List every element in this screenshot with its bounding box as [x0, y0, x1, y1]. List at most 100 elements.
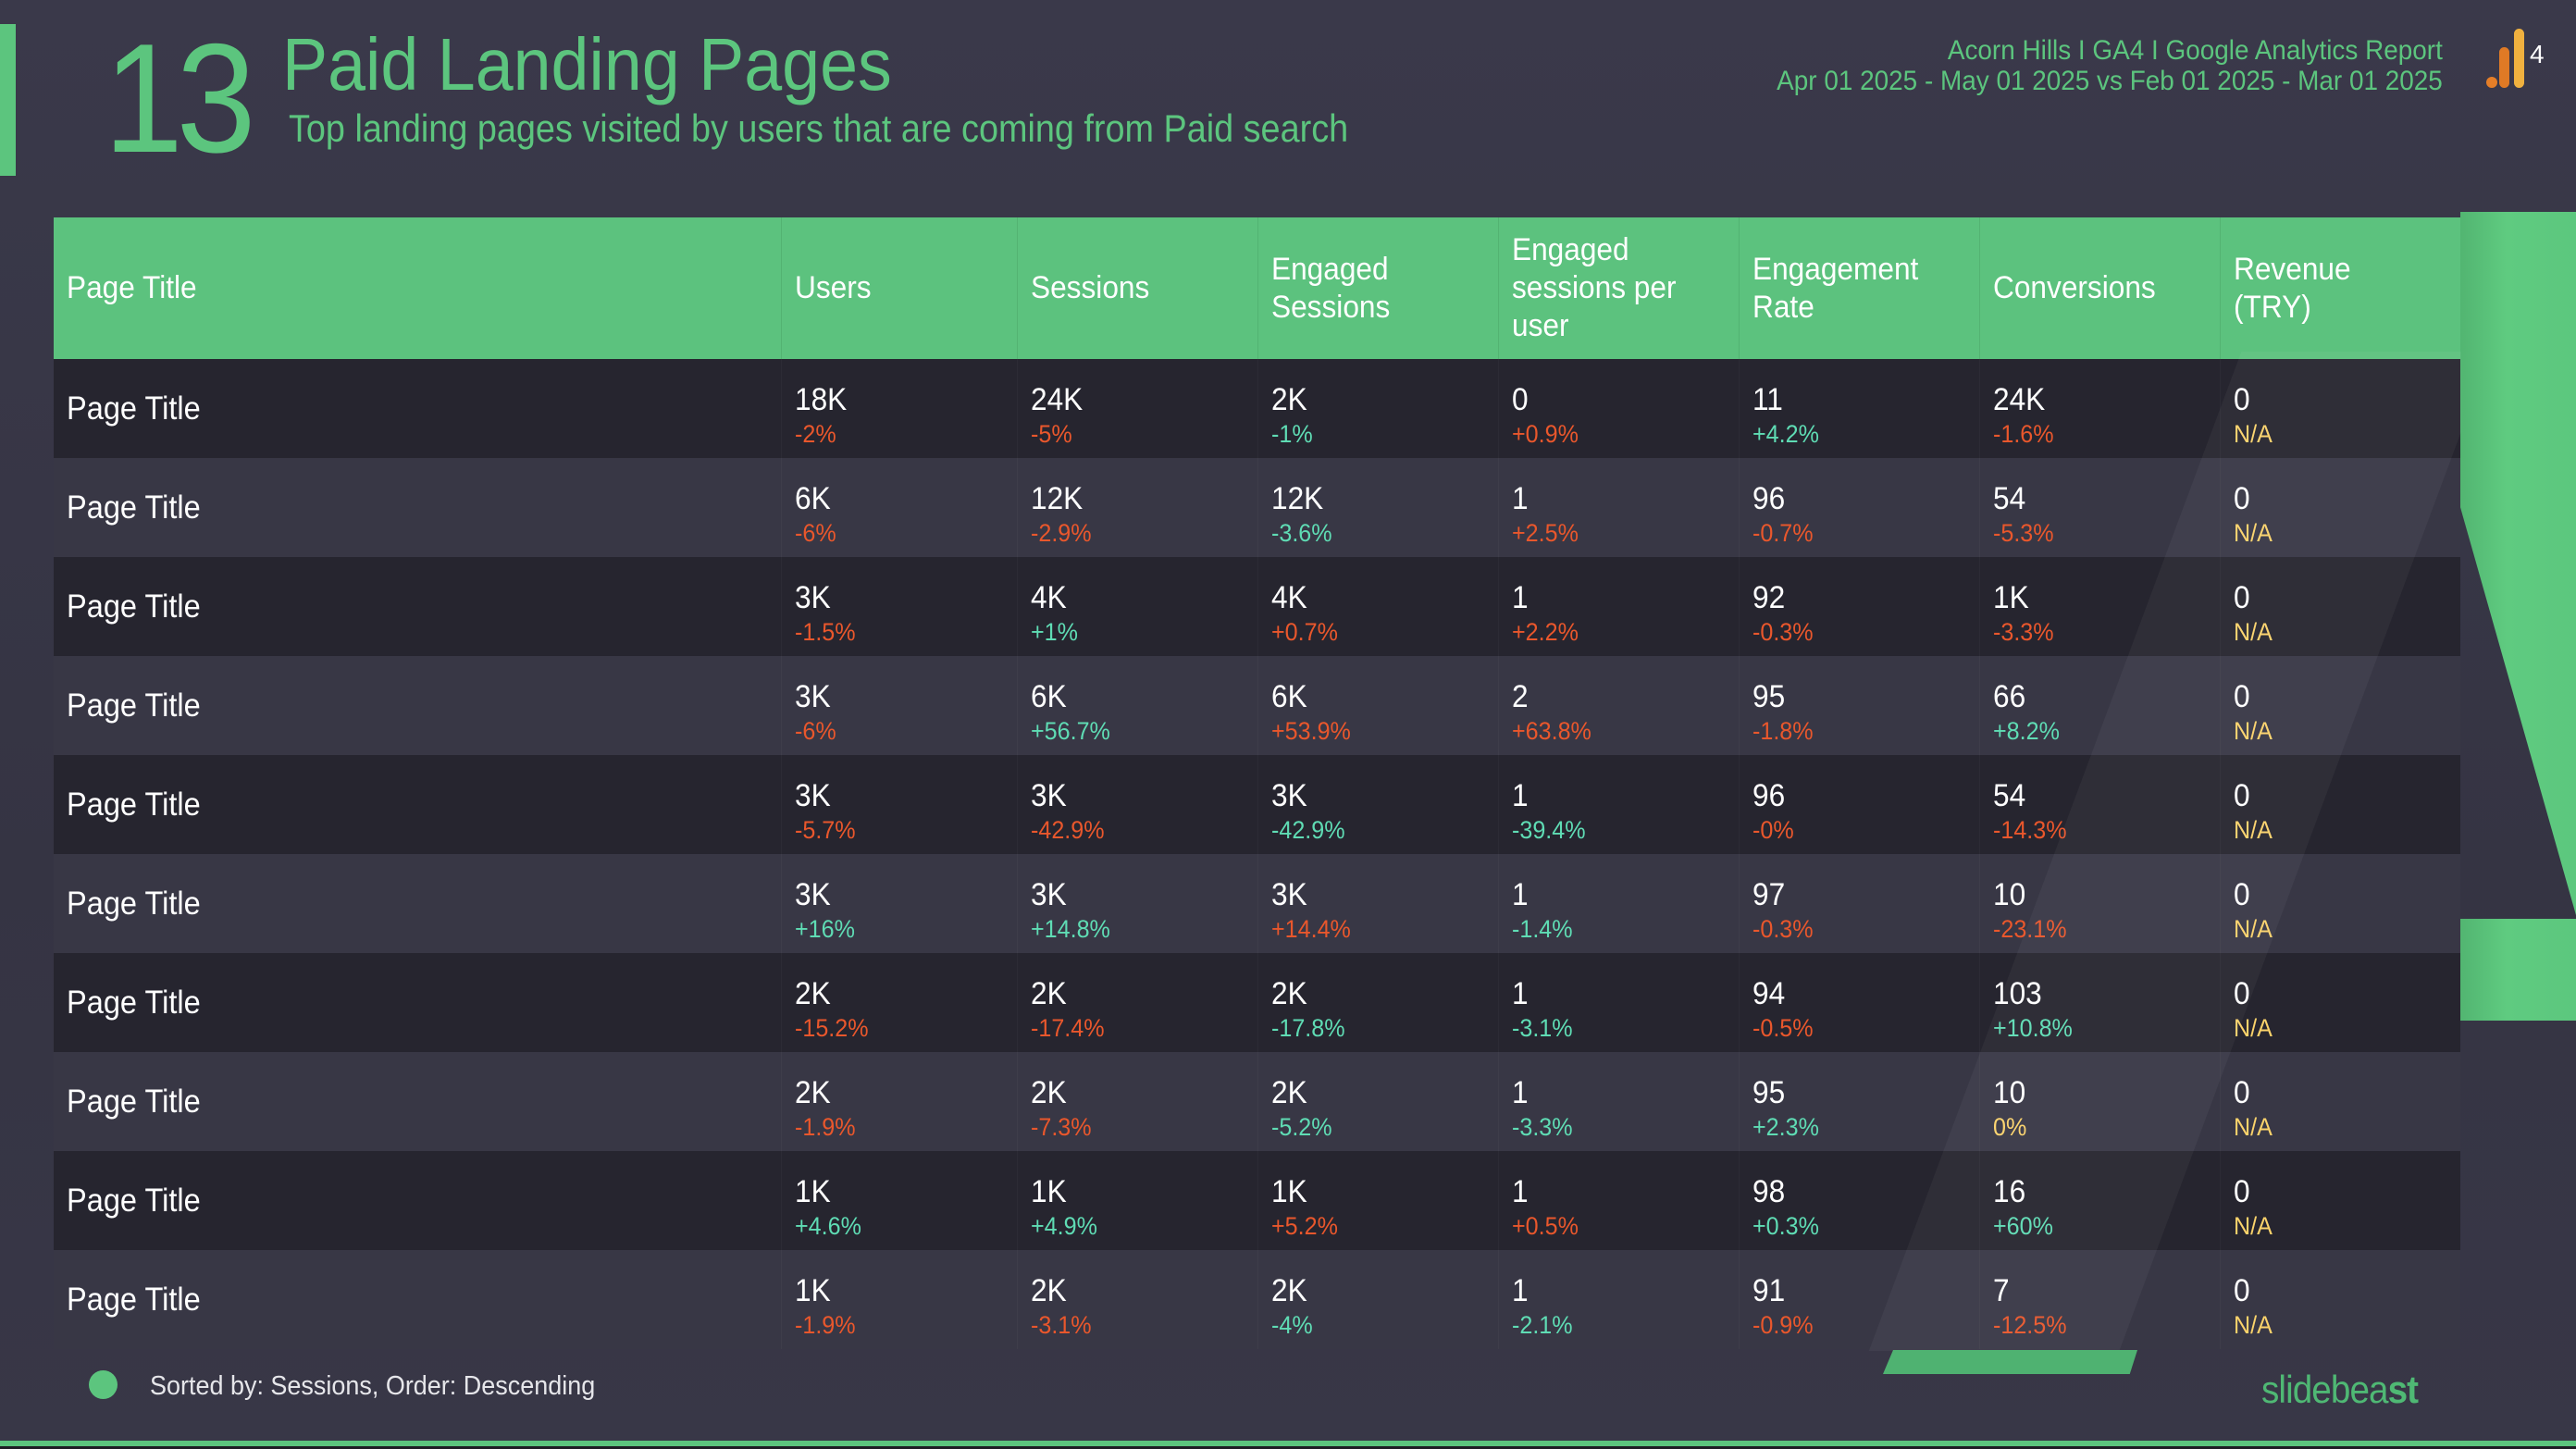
metric-value: 3K — [1030, 877, 1067, 912]
metric-cell: 7 -12.5% — [1979, 1250, 2220, 1349]
metric-value: 0 — [2233, 976, 2250, 1011]
metric-cell: 96 -0.7% — [1739, 458, 1979, 557]
metric-change: +53.9% — [1270, 717, 1351, 745]
metric-value: 1K — [794, 1273, 831, 1308]
metric-cell: 2K -1.9% — [781, 1052, 1017, 1151]
column-header-label: Engaged Sessions — [1270, 251, 1390, 325]
metric-value: 103 — [1992, 976, 2042, 1011]
metric-change: -1.4% — [1511, 915, 1573, 943]
metric-value: 0 — [2233, 778, 2250, 813]
column-header[interactable]: Page Title — [54, 217, 781, 359]
column-header[interactable]: Users — [780, 217, 1017, 359]
table-row[interactable]: Page Title 2K -15.2% 2K -17.4% 2K -17.8% 1 -3.1%… — [54, 953, 2460, 1052]
metric-cell: 3K -1.5% — [781, 557, 1017, 656]
metric-cell: 0 N/A — [2220, 458, 2460, 557]
table-row[interactable]: Page Title 3K -1.5% 4K +1% 4K +0.7% 1 +2.2% 92 -0.… — [54, 557, 2460, 656]
page-title-text: Page Title — [67, 984, 201, 1021]
table-row[interactable]: Page Title 1K +4.6% 1K +4.9% 1K +5.2% 1 +0.5% 98 +… — [54, 1151, 2460, 1250]
page-title: Paid Landing Pages — [282, 23, 892, 105]
metric-change: -23.1% — [1992, 915, 2067, 943]
column-header-label: Engaged sessions per user — [1511, 232, 1677, 343]
metric-value: 2K — [1030, 976, 1067, 1011]
metric-cell: 96 -0% — [1739, 755, 1979, 854]
metric-value: 91 — [1752, 1273, 1785, 1308]
metric-change: -4% — [1270, 1311, 1313, 1339]
metric-change: -2.9% — [1030, 519, 1092, 547]
column-header[interactable]: Revenue (TRY) — [2219, 217, 2460, 359]
metric-change: +60% — [1992, 1212, 2053, 1240]
metric-cell: 3K -5.7% — [781, 755, 1017, 854]
metric-change: +0.3% — [1752, 1212, 1819, 1240]
column-header[interactable]: Engagement Rate — [1738, 217, 1979, 359]
metric-value: 2 — [1511, 679, 1529, 714]
ga-badge: 4 — [2530, 40, 2545, 68]
sort-note: Sorted by: Sessions, Order: Descending — [150, 1371, 596, 1401]
metric-value: 6K — [1030, 679, 1067, 714]
table-row[interactable]: Page Title 3K -6% 6K +56.7% 6K +53.9% 2 +63.8% 95… — [54, 656, 2460, 755]
metric-change: N/A — [2233, 1113, 2273, 1141]
metric-change: -1.9% — [794, 1311, 856, 1339]
page-subtitle: Top landing pages visited by users that … — [289, 106, 1349, 150]
column-header-label: Conversions — [1992, 270, 2156, 305]
metric-change: +2.2% — [1511, 618, 1579, 646]
metric-change: -5.7% — [794, 816, 856, 844]
metric-change: -5% — [1030, 420, 1072, 448]
metric-cell: 6K +53.9% — [1257, 656, 1498, 755]
accent-bar — [0, 24, 16, 176]
metric-change: -3.3% — [1511, 1113, 1573, 1141]
metric-value: 2K — [794, 1075, 831, 1110]
metric-value: 2K — [1270, 382, 1307, 417]
metric-cell: 0 N/A — [2220, 854, 2460, 953]
page-title-cell: Page Title — [54, 755, 781, 854]
table-row[interactable]: Page Title 18K -2% 24K -5% 2K -1% 0 +0.9% 11 +4.2%… — [54, 359, 2460, 458]
legend-dot — [89, 1370, 118, 1399]
metric-cell: 6K +56.7% — [1017, 656, 1257, 755]
metric-value: 10 — [1992, 1075, 2025, 1110]
metric-value: 1 — [1511, 580, 1529, 615]
metric-value: 24K — [1030, 382, 1083, 417]
metric-value: 3K — [794, 778, 831, 813]
metric-cell: 3K -42.9% — [1257, 755, 1498, 854]
metric-cell: 2K -7.3% — [1017, 1052, 1257, 1151]
metric-value: 0 — [2233, 679, 2250, 714]
metric-cell: 1 +2.5% — [1498, 458, 1739, 557]
metric-change: +4.6% — [794, 1212, 861, 1240]
metric-change: +4.2% — [1752, 420, 1819, 448]
column-header[interactable]: Engaged Sessions — [1257, 217, 1498, 359]
page-title-text: Page Title — [67, 885, 201, 922]
column-header[interactable]: Sessions — [1016, 217, 1257, 359]
metric-value: 1K — [1992, 580, 2029, 615]
metric-change: -5.2% — [1270, 1113, 1332, 1141]
google-analytics-4-icon: 4 — [2486, 29, 2545, 88]
metric-value: 4K — [1030, 580, 1067, 615]
table-row[interactable]: Page Title 1K -1.9% 2K -3.1% 2K -4% 1 -2.1% 91 -0.… — [54, 1250, 2460, 1349]
metric-change: -17.8% — [1270, 1014, 1345, 1042]
column-header[interactable]: Engaged sessions per user — [1497, 217, 1739, 359]
metric-change: +0.5% — [1511, 1212, 1579, 1240]
metric-value: 0 — [2233, 481, 2250, 516]
column-header[interactable]: Conversions — [1978, 217, 2220, 359]
metric-cell: 18K -2% — [781, 359, 1017, 458]
metric-value: 2K — [1270, 1075, 1307, 1110]
metric-value: 1 — [1511, 1075, 1529, 1110]
metric-value: 96 — [1752, 778, 1785, 813]
metric-value: 0 — [2233, 382, 2250, 417]
metric-cell: 98 +0.3% — [1739, 1151, 1979, 1250]
metric-change: +14.8% — [1030, 915, 1110, 943]
metric-cell: 1 -3.1% — [1498, 953, 1739, 1052]
metric-cell: 0 N/A — [2220, 656, 2460, 755]
metric-cell: 4K +1% — [1017, 557, 1257, 656]
slide-number: 13 — [104, 11, 256, 185]
metric-value: 1 — [1511, 877, 1529, 912]
table-row[interactable]: Page Title 3K +16% 3K +14.8% 3K +14.4% 1 -1.4% 97… — [54, 854, 2460, 953]
metric-cell: 2K -5.2% — [1257, 1052, 1498, 1151]
table-row[interactable]: Page Title 3K -5.7% 3K -42.9% 3K -42.9% 1 -39.4%… — [54, 755, 2460, 854]
table-row[interactable]: Page Title 6K -6% 12K -2.9% 12K -3.6% 1 +2.5% 96-… — [54, 458, 2460, 557]
page-title-cell: Page Title — [54, 953, 781, 1052]
metric-cell: 12K -3.6% — [1257, 458, 1498, 557]
metric-change: +56.7% — [1030, 717, 1110, 745]
column-header-label: Revenue (TRY) — [2233, 251, 2351, 325]
column-header-label: Page Title — [67, 270, 197, 305]
metric-change: 0% — [1992, 1113, 2026, 1141]
table-row[interactable]: Page Title 2K -1.9% 2K -7.3% 2K -5.2% 1 -3.3% 95 +… — [54, 1052, 2460, 1151]
